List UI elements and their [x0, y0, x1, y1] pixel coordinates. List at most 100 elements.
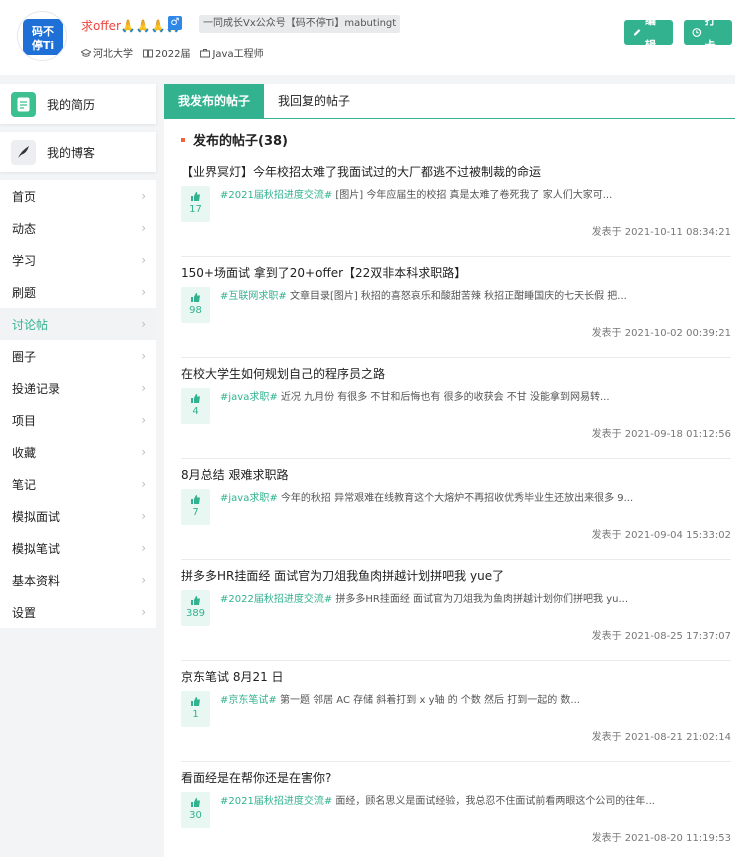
sidebar-item-profile[interactable]: 基本资料 ›	[0, 564, 156, 596]
avatar[interactable]: 码不 停Ti	[17, 11, 67, 61]
thumbs-up-icon	[191, 293, 200, 302]
svg-text:码不: 码不	[32, 25, 54, 38]
school-info: 河北大学	[81, 45, 133, 60]
post-tag[interactable]: #互联网求职#	[220, 291, 287, 302]
post-excerpt-text: 面经，顾名思义是面试经验，我总忍不住面试前看两眼这个公司的往年...	[332, 796, 655, 807]
post-tag[interactable]: #京东笔试#	[220, 695, 277, 706]
sidebar-item-feed[interactable]: 动态 ›	[0, 212, 156, 244]
post-title[interactable]: 拼多多HR挂面经 面试官为刀俎我鱼肉拼越计划拼吧我 yue了	[181, 567, 504, 584]
chevron-right-icon: ›	[141, 189, 146, 203]
like-count: 389	[185, 608, 206, 619]
sidebar-item-learn[interactable]: 学习 ›	[0, 244, 156, 276]
section-title: 发布的帖子(38)	[181, 130, 288, 149]
post-excerpt[interactable]: #2021届秋招进度交流# 面经，顾名思义是面试经验，我总忍不住面试前看两眼这个…	[220, 792, 720, 807]
job-label: Java工程师	[212, 49, 264, 60]
sidebar-item-label: 模拟面试	[12, 509, 61, 524]
sidebar-item-circle[interactable]: 圈子 ›	[0, 340, 156, 372]
post-title[interactable]: 8月总结 艰难求职路	[181, 466, 288, 483]
sidebar-item-practice[interactable]: 刷题 ›	[0, 276, 156, 308]
graduation-cap-icon	[81, 48, 91, 57]
post-title[interactable]: 在校大学生如何规划自己的程序员之路	[181, 365, 385, 382]
edit-button[interactable]: 编辑	[624, 14, 673, 52]
username[interactable]: 求offer🙏🙏🙏🙏	[81, 17, 181, 34]
like-count: 4	[192, 406, 199, 417]
svg-text:停Ti: 停Ti	[32, 38, 54, 52]
chevron-right-icon: ›	[141, 541, 146, 555]
sidebar-item-settings[interactable]: 设置 ›	[0, 596, 156, 628]
post-excerpt-text: [图片] 今年应届生的校招 真是太难了卷死我了 家人们大家可...	[332, 190, 613, 201]
grade-info: 2022届	[143, 45, 190, 60]
resume-icon	[11, 91, 36, 117]
post-tag[interactable]: #2021届秋招进度交流#	[220, 796, 332, 807]
post-list: 【业界冥灯】今年校招太难了我面试过的大厂都逃不过被制裁的命运 17 #2021届…	[181, 156, 731, 857]
post-title[interactable]: 京东笔试 8月21 日	[181, 668, 284, 685]
sidebar-item-mock-interview[interactable]: 模拟面试 ›	[0, 500, 156, 532]
sidebar-item-discussion[interactable]: 讨论帖 ›	[0, 308, 156, 340]
job-info: Java工程师	[200, 45, 264, 60]
thumbs-up-icon	[191, 798, 200, 807]
post-tag[interactable]: #2021届秋招进度交流#	[220, 190, 332, 201]
tab-my-posts[interactable]: 我发布的帖子	[164, 84, 264, 119]
thumbs-up-icon	[191, 495, 200, 504]
tab-my-replies[interactable]: 我回复的帖子	[264, 84, 364, 119]
pencil-icon	[633, 29, 641, 36]
post-date: 发表于 2021-10-11 08:34:21	[591, 227, 731, 238]
chevron-right-icon: ›	[141, 253, 146, 267]
post-excerpt[interactable]: #互联网求职# 文章目录[图片] 秋招的喜怒哀乐和酸甜苦辣 秋招正酣睡国庆的七天…	[220, 287, 720, 302]
post-excerpt[interactable]: #java求职# 近况 九月份 有很多 不甘和后悔也有 很多的收获会 不甘 没能…	[220, 388, 720, 403]
chevron-right-icon: ›	[141, 221, 146, 235]
sidebar-item-label: 圈子	[12, 349, 37, 364]
list-item: 150+场面试 拿到了20+offer【22双非本科求职路】 98 #互联网求职…	[181, 257, 731, 358]
like-button[interactable]: 1	[181, 691, 210, 727]
school-label: 河北大学	[93, 49, 133, 60]
post-date: 发表于 2021-10-02 00:39:21	[591, 328, 731, 339]
post-title[interactable]: 【业界冥灯】今年校招太难了我面试过的大厂都逃不过被制裁的命运	[181, 163, 541, 180]
chevron-right-icon: ›	[141, 349, 146, 363]
my-blog-label: 我的博客	[47, 145, 96, 160]
like-button[interactable]: 98	[181, 287, 210, 323]
grade-label: 2022届	[155, 49, 191, 60]
like-button[interactable]: 389	[181, 590, 210, 626]
post-tag[interactable]: #2022届秋招进度交流#	[220, 594, 332, 605]
post-excerpt[interactable]: #java求职# 今年的秋招 异常艰难在线教育这个大熔炉不再招收优秀毕业生还放出…	[220, 489, 720, 504]
list-item: 【业界冥灯】今年校招太难了我面试过的大厂都逃不过被制裁的命运 17 #2021届…	[181, 156, 731, 257]
briefcase-icon	[200, 48, 211, 57]
sidebar-item-favorites[interactable]: 收藏 ›	[0, 436, 156, 468]
post-excerpt[interactable]: #2021届秋招进度交流# [图片] 今年应届生的校招 真是太难了卷死我了 家人…	[220, 186, 720, 201]
gender-male-icon: ♂	[168, 16, 182, 30]
sidebar-item-projects[interactable]: 项目 ›	[0, 404, 156, 436]
sidebar-item-label: 讨论帖	[12, 317, 49, 332]
like-button[interactable]: 7	[181, 489, 210, 525]
checkin-button-label: 打卡	[704, 13, 716, 52]
sidebar-item-applications[interactable]: 投递记录 ›	[0, 372, 156, 404]
post-excerpt[interactable]: #京东笔试# 第一题 邻居 AC 存储 斜着打到 x y轴 的 个数 然后 打到…	[220, 691, 720, 706]
sidebar-item-mock-exam[interactable]: 模拟笔试 ›	[0, 532, 156, 564]
my-resume-label: 我的简历	[47, 97, 96, 112]
sidebar-item-notes[interactable]: 笔记 ›	[0, 468, 156, 500]
checkin-button[interactable]: 打卡	[684, 14, 732, 52]
my-resume-card[interactable]: 我的简历	[0, 84, 156, 124]
post-excerpt[interactable]: #2022届秋招进度交流# 拼多多HR挂面经 面试官为刀俎我为鱼肉拼越计划你们拼…	[220, 590, 720, 605]
sidebar-item-home[interactable]: 首页 ›	[0, 180, 156, 212]
post-excerpt-text: 今年的秋招 异常艰难在线教育这个大熔炉不再招收优秀毕业生还放出来很多 9...	[277, 493, 634, 504]
list-item: 8月总结 艰难求职路 7 #java求职# 今年的秋招 异常艰难在线教育这个大熔…	[181, 459, 731, 560]
list-item: 在校大学生如何规划自己的程序员之路 4 #java求职# 近况 九月份 有很多 …	[181, 358, 731, 459]
post-tabs: 我发布的帖子 我回复的帖子	[164, 84, 735, 119]
like-count: 1	[192, 709, 199, 720]
like-button[interactable]: 4	[181, 388, 210, 424]
post-date: 发表于 2021-08-20 11:19:53	[591, 833, 731, 844]
sidebar-menu: 首页 › 动态 › 学习 › 刷题 › 讨论帖 › 圈子 › 投递记录 › 项目 › 收藏 › 笔…	[0, 180, 156, 628]
thumbs-up-icon	[191, 596, 200, 605]
like-button[interactable]: 17	[181, 186, 210, 222]
post-tag[interactable]: #java求职#	[220, 392, 278, 403]
posts-panel: 我发布的帖子 我回复的帖子 发布的帖子(38) 【业界冥灯】今年校招太难了我面试…	[164, 84, 735, 857]
chevron-right-icon: ›	[141, 573, 146, 587]
post-title[interactable]: 150+场面试 拿到了20+offer【22双非本科求职路】	[181, 264, 466, 281]
post-tag[interactable]: #java求职#	[220, 493, 278, 504]
post-title[interactable]: 看面经是在帮你还是在害你?	[181, 769, 331, 786]
list-item: 看面经是在帮你还是在害你? 30 #2021届秋招进度交流# 面经，顾名思义是面…	[181, 762, 731, 857]
like-button[interactable]: 30	[181, 792, 210, 828]
chevron-right-icon: ›	[141, 317, 146, 331]
my-blog-card[interactable]: 我的博客	[0, 132, 156, 172]
list-item: 京东笔试 8月21 日 1 #京东笔试# 第一题 邻居 AC 存储 斜着打到 x…	[181, 661, 731, 762]
